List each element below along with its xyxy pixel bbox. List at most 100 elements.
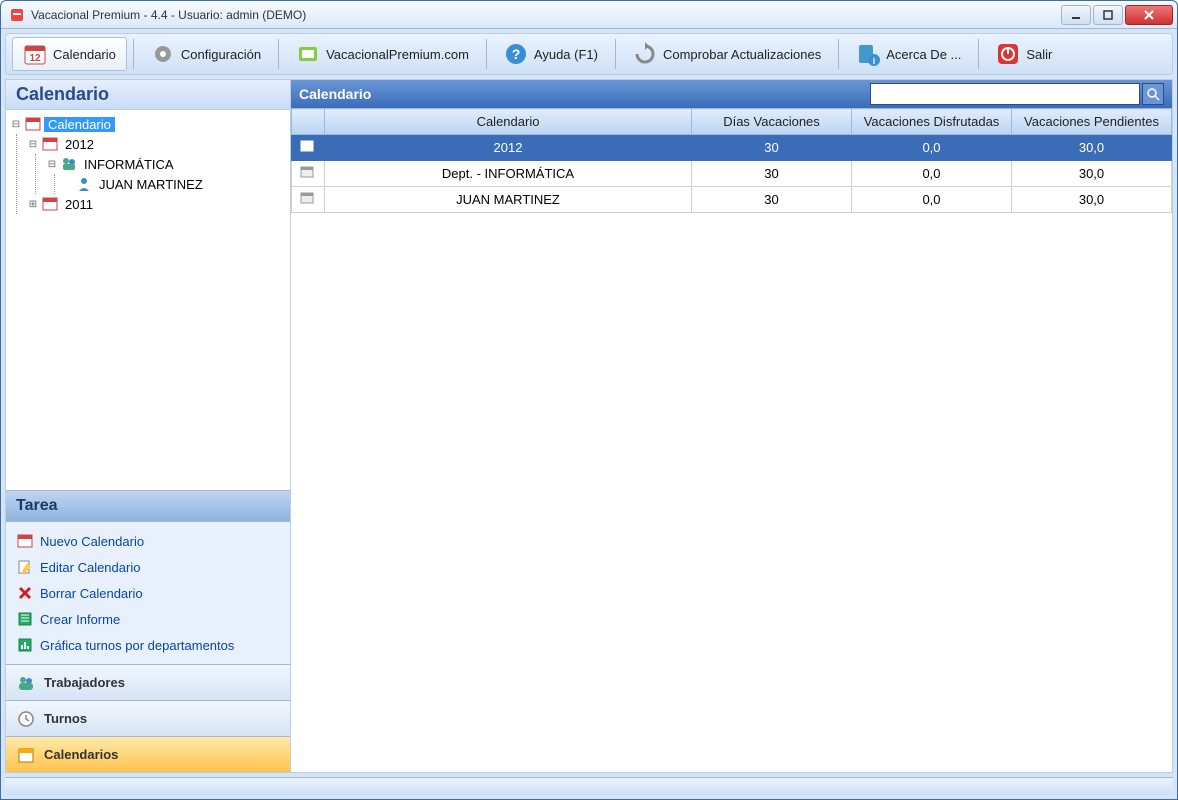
toolbar-acerca-button[interactable]: i Acerca De ... — [845, 37, 972, 71]
cell-name: Dept. - INFORMÁTICA — [325, 161, 692, 187]
cell-pendientes: 30,0 — [1012, 187, 1172, 213]
tree-dept-label[interactable]: INFORMÁTICA — [80, 157, 178, 172]
tree-collapse-icon[interactable]: ⊟ — [27, 139, 39, 150]
toolbar-label: Salir — [1026, 47, 1052, 62]
search-button[interactable] — [1142, 83, 1164, 105]
toolbar-calendario-button[interactable]: 12 Calendario — [12, 37, 127, 71]
grid-header-calendario[interactable]: Calendario — [325, 109, 692, 135]
nav-trabajadores[interactable]: Trabajadores — [6, 664, 290, 700]
sidebar: Calendario ⊟ Calendario ⊟ 2012 ⊟ — [6, 80, 291, 772]
cell-disfrutadas: 0,0 — [852, 161, 1012, 187]
window-title: Vacacional Premium - 4.4 - Usuario: admi… — [31, 8, 1061, 22]
search-icon — [1146, 87, 1160, 101]
toolbar-label: VacacionalPremium.com — [326, 47, 469, 62]
tree-collapse-icon[interactable]: ⊟ — [10, 119, 22, 130]
toolbar-configuracion-button[interactable]: Configuración — [140, 37, 272, 71]
toolbar-label: Configuración — [181, 47, 261, 62]
cell-dias: 30 — [692, 135, 852, 161]
grid-header-disfrutadas[interactable]: Vacaciones Disfrutadas — [852, 109, 1012, 135]
nav-label: Turnos — [44, 711, 87, 726]
content-area: Calendario ⊟ Calendario ⊟ 2012 ⊟ — [5, 79, 1173, 773]
info-icon: i — [856, 42, 880, 66]
maximize-button[interactable] — [1093, 5, 1123, 25]
tarea-label: Borrar Calendario — [40, 586, 143, 601]
calendar-icon: 12 — [23, 42, 47, 66]
delete-icon — [16, 584, 34, 602]
people-icon — [16, 673, 36, 693]
cell-name: 2012 — [325, 135, 692, 161]
cell-pendientes: 30,0 — [1012, 135, 1172, 161]
tarea-borrar-calendario[interactable]: Borrar Calendario — [10, 580, 286, 606]
close-button[interactable] — [1125, 5, 1173, 25]
calendar-small-icon — [300, 165, 316, 181]
svg-text:?: ? — [512, 46, 521, 62]
tree-expand-icon[interactable]: ⊞ — [27, 199, 39, 210]
toolbar-salir-button[interactable]: Salir — [985, 37, 1063, 71]
power-icon — [996, 42, 1020, 66]
edit-icon — [16, 558, 34, 576]
tarea-header: Tarea — [6, 490, 290, 522]
tarea-label: Crear Informe — [40, 612, 120, 627]
cell-dias: 30 — [692, 161, 852, 187]
clock-icon — [16, 709, 36, 729]
tree-root-label[interactable]: Calendario — [44, 117, 115, 132]
toolbar-actualizaciones-button[interactable]: Comprobar Actualizaciones — [622, 37, 832, 71]
tarea-list: Nuevo Calendario Editar Calendario Borra… — [6, 522, 290, 664]
grid-header-dias[interactable]: Días Vacaciones — [692, 109, 852, 135]
calendar-small-icon — [24, 116, 42, 132]
nav-label: Calendarios — [44, 747, 118, 762]
chart-icon — [16, 636, 34, 654]
help-icon: ? — [504, 42, 528, 66]
nav-label: Trabajadores — [44, 675, 125, 690]
app-window: Vacacional Premium - 4.4 - Usuario: admi… — [0, 0, 1178, 800]
sidebar-header: Calendario — [6, 80, 290, 110]
people-icon — [60, 156, 78, 172]
data-grid[interactable]: Calendario Días Vacaciones Vacaciones Di… — [291, 108, 1172, 213]
search-input[interactable] — [870, 83, 1140, 105]
tree-view[interactable]: ⊟ Calendario ⊟ 2012 ⊟ INFORMÁTICA — [6, 110, 290, 490]
toolbar-label: Ayuda (F1) — [534, 47, 598, 62]
tarea-grafica-turnos[interactable]: Gráfica turnos por departamentos — [10, 632, 286, 658]
tree-collapse-icon[interactable]: ⊟ — [46, 159, 58, 170]
main-header: Calendario — [291, 80, 1172, 108]
globe-icon — [296, 42, 320, 66]
main-panel: Calendario Calendario Días Vacaciones Va… — [291, 80, 1172, 772]
toolbar-ayuda-button[interactable]: ? Ayuda (F1) — [493, 37, 609, 71]
nav-turnos[interactable]: Turnos — [6, 700, 290, 736]
tarea-crear-informe[interactable]: Crear Informe — [10, 606, 286, 632]
nav-panels: Trabajadores Turnos Calendarios — [6, 664, 290, 772]
grid-header-pendientes[interactable]: Vacaciones Pendientes — [1012, 109, 1172, 135]
table-row[interactable]: 2012 30 0,0 30,0 — [292, 135, 1172, 161]
table-row[interactable]: Dept. - INFORMÁTICA 30 0,0 30,0 — [292, 161, 1172, 187]
cell-dias: 30 — [692, 187, 852, 213]
report-icon — [16, 610, 34, 628]
person-icon — [75, 176, 93, 192]
refresh-icon — [633, 42, 657, 66]
new-calendar-icon — [16, 532, 34, 550]
toolbar-label: Comprobar Actualizaciones — [663, 47, 821, 62]
calendar-icon — [16, 745, 36, 765]
tarea-editar-calendario[interactable]: Editar Calendario — [10, 554, 286, 580]
statusbar — [5, 777, 1173, 795]
svg-text:12: 12 — [29, 53, 41, 64]
tarea-nuevo-calendario[interactable]: Nuevo Calendario — [10, 528, 286, 554]
calendar-small-icon — [41, 136, 59, 152]
calendar-small-icon — [41, 196, 59, 212]
toolbar: 12 Calendario Configuración VacacionalPr… — [5, 33, 1173, 75]
toolbar-website-button[interactable]: VacacionalPremium.com — [285, 37, 480, 71]
tree-year-label[interactable]: 2011 — [61, 197, 97, 212]
grid-header-icon[interactable] — [292, 109, 325, 135]
minimize-button[interactable] — [1061, 5, 1091, 25]
cell-name: JUAN MARTINEZ — [325, 187, 692, 213]
cell-disfrutadas: 0,0 — [852, 187, 1012, 213]
toolbar-label: Acerca De ... — [886, 47, 961, 62]
tarea-label: Gráfica turnos por departamentos — [40, 638, 234, 653]
table-row[interactable]: JUAN MARTINEZ 30 0,0 30,0 — [292, 187, 1172, 213]
gear-icon — [151, 42, 175, 66]
tree-person-label[interactable]: JUAN MARTINEZ — [95, 177, 207, 192]
calendar-small-icon — [300, 139, 316, 155]
calendar-small-icon — [300, 191, 316, 207]
nav-calendarios[interactable]: Calendarios — [6, 736, 290, 772]
cell-disfrutadas: 0,0 — [852, 135, 1012, 161]
tree-year-label[interactable]: 2012 — [61, 137, 98, 152]
